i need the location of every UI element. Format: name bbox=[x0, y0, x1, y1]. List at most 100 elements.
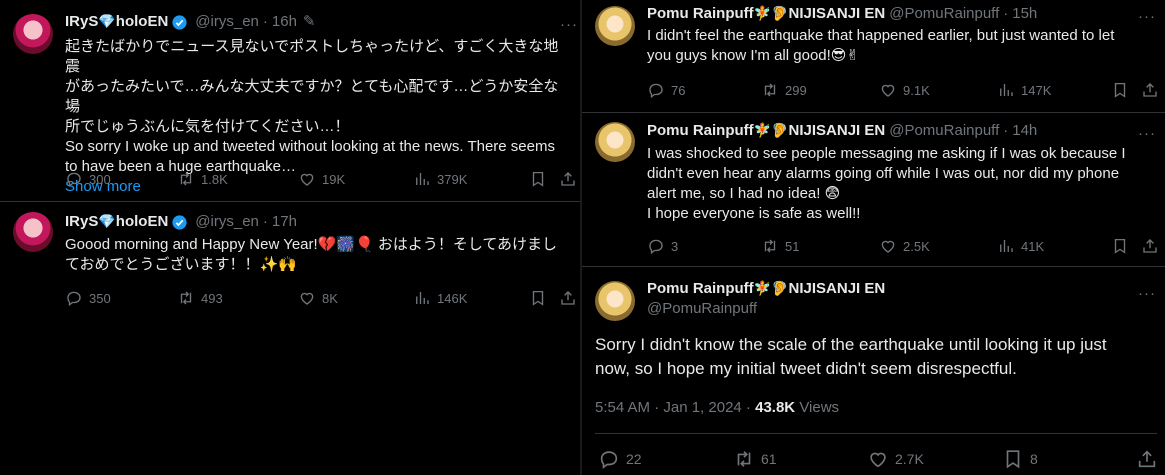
avatar-irys[interactable] bbox=[13, 14, 53, 54]
repost-icon bbox=[733, 448, 755, 470]
repost-count: 61 bbox=[761, 451, 777, 467]
like-button[interactable]: 8K bbox=[298, 289, 338, 307]
reply-button[interactable]: 22 bbox=[598, 448, 642, 470]
repost-button[interactable]: 51 bbox=[761, 237, 799, 255]
display-name-suffix[interactable]: holoEN bbox=[116, 12, 169, 32]
views-label: Views bbox=[799, 399, 840, 416]
verified-badge-icon[interactable] bbox=[171, 14, 188, 31]
display-name[interactable]: Pomu Rainpuff bbox=[647, 4, 754, 24]
tweet-actions: 350 493 8K 146K bbox=[65, 288, 577, 308]
bookmark-button[interactable] bbox=[1111, 81, 1129, 99]
more-options-icon[interactable]: ··· bbox=[560, 17, 578, 32]
edited-icon[interactable]: ✎ bbox=[303, 12, 316, 32]
tweet-time[interactable]: 14h bbox=[1012, 121, 1037, 141]
tweet-text-line: Goood morning and Happy New Year!💔🎆🎈 おはよ… bbox=[65, 236, 557, 253]
like-count: 9.1K bbox=[903, 82, 930, 98]
more-options-icon[interactable]: ··· bbox=[1138, 126, 1156, 141]
tweet-header: Pomu Rainpuff 🧚🦻 NIJISANJI EN @PomuRainp… bbox=[647, 121, 1038, 141]
repost-button[interactable]: 61 bbox=[733, 448, 777, 470]
like-button[interactable]: 19K bbox=[298, 170, 345, 188]
tweet-text: Goood morning and Happy New Year!💔🎆🎈 おはよ… bbox=[65, 235, 570, 275]
share-icon bbox=[559, 170, 577, 188]
tweet-time[interactable]: 17h bbox=[272, 212, 297, 232]
reply-button[interactable]: 350 bbox=[65, 289, 111, 307]
repost-button[interactable]: 1.8K bbox=[177, 170, 228, 188]
name-emoji: 🧚🦻 bbox=[753, 123, 789, 139]
display-name-suffix[interactable]: holoEN bbox=[116, 212, 169, 232]
bookmark-button[interactable] bbox=[529, 170, 547, 188]
more-options-icon[interactable]: ··· bbox=[1138, 286, 1156, 301]
tweet-text-line: now, so I hope my initial tweet didn't s… bbox=[595, 359, 1017, 378]
view-count: 146K bbox=[437, 290, 468, 306]
verified-badge-icon[interactable] bbox=[171, 214, 188, 231]
repost-icon bbox=[177, 170, 195, 188]
repost-count: 299 bbox=[785, 82, 807, 98]
repost-button[interactable]: 299 bbox=[761, 81, 807, 99]
display-name[interactable]: IRyS bbox=[65, 212, 98, 232]
share-button[interactable] bbox=[559, 289, 577, 307]
tweet-header: Pomu Rainpuff 🧚🦻 NIJISANJI EN @PomuRainp… bbox=[647, 4, 1038, 24]
avatar-pomu[interactable] bbox=[595, 281, 635, 321]
reply-button[interactable]: 3 bbox=[647, 237, 678, 255]
bookmark-button[interactable] bbox=[1111, 237, 1129, 255]
share-button[interactable] bbox=[1141, 81, 1159, 99]
tweet-timestamp[interactable]: 5:54 AM · Jan 1, 2024 · bbox=[595, 399, 751, 416]
reply-icon bbox=[65, 170, 83, 188]
display-name[interactable]: Pomu Rainpuff bbox=[647, 279, 754, 299]
display-name[interactable]: IRyS bbox=[65, 12, 98, 32]
tweet-pomu-1[interactable]: Pomu Rainpuff 🧚🦻 NIJISANJI EN @PomuRainp… bbox=[582, 0, 1165, 112]
display-name-suffix[interactable]: NIJISANJI EN bbox=[789, 121, 886, 141]
main-tweet-pomu[interactable]: Pomu Rainpuff 🧚🦻 NIJISANJI EN @PomuRainp… bbox=[582, 267, 1165, 475]
views-icon bbox=[413, 170, 431, 188]
views-icon bbox=[997, 81, 1015, 99]
bookmark-button[interactable] bbox=[529, 289, 547, 307]
display-name[interactable]: Pomu Rainpuff bbox=[647, 121, 754, 141]
reply-button[interactable]: 76 bbox=[647, 81, 685, 99]
avatar-irys[interactable] bbox=[13, 212, 53, 252]
user-handle[interactable]: @irys_en bbox=[195, 212, 259, 232]
bookmark-icon bbox=[1111, 81, 1129, 99]
more-options-icon[interactable]: ··· bbox=[1138, 9, 1156, 24]
share-icon bbox=[1136, 448, 1158, 470]
reply-button[interactable]: 300 bbox=[65, 170, 111, 188]
reply-count: 350 bbox=[89, 290, 111, 306]
views-button[interactable]: 379K bbox=[413, 170, 467, 188]
user-handle[interactable]: @irys_en bbox=[195, 12, 259, 32]
tweet-header: IRyS 💎 holoEN @irys_en · 16h ✎ bbox=[65, 12, 316, 32]
repost-count: 493 bbox=[201, 290, 223, 306]
tweet-irys-2[interactable]: IRyS 💎 holoEN @irys_en · 17h Goood morni… bbox=[0, 202, 580, 322]
share-button[interactable] bbox=[1136, 448, 1158, 470]
view-count: 379K bbox=[437, 171, 468, 187]
tweet-time[interactable]: 15h bbox=[1012, 4, 1037, 24]
like-count: 2.5K bbox=[903, 238, 930, 254]
share-icon bbox=[1141, 81, 1159, 99]
share-button[interactable] bbox=[1141, 237, 1159, 255]
display-name-suffix[interactable]: NIJISANJI EN bbox=[789, 4, 886, 24]
avatar-pomu[interactable] bbox=[595, 122, 635, 162]
user-handle[interactable]: @PomuRainpuff bbox=[647, 300, 757, 317]
like-button[interactable]: 2.7K bbox=[867, 448, 924, 470]
bookmark-button[interactable]: 8 bbox=[1002, 448, 1038, 470]
meta-divider bbox=[595, 433, 1157, 434]
user-handle[interactable]: @PomuRainpuff bbox=[889, 4, 999, 24]
reply-count: 22 bbox=[626, 451, 642, 467]
share-button[interactable] bbox=[559, 170, 577, 188]
repost-button[interactable]: 493 bbox=[177, 289, 223, 307]
like-button[interactable]: 2.5K bbox=[879, 237, 930, 255]
tweet-time[interactable]: 16h bbox=[272, 12, 297, 32]
user-handle[interactable]: @PomuRainpuff bbox=[889, 121, 999, 141]
views-button[interactable]: 146K bbox=[413, 289, 467, 307]
tweet-text-line: didn't even hear any alarms going off wh… bbox=[647, 165, 1120, 182]
bookmark-icon bbox=[1002, 448, 1024, 470]
like-button[interactable]: 9.1K bbox=[879, 81, 930, 99]
reply-count: 76 bbox=[671, 82, 686, 98]
display-name-suffix[interactable]: NIJISANJI EN bbox=[789, 279, 886, 299]
tweet-pomu-2[interactable]: Pomu Rainpuff 🧚🦻 NIJISANJI EN @PomuRainp… bbox=[582, 113, 1165, 265]
views-button[interactable]: 41K bbox=[997, 237, 1044, 255]
view-count: 147K bbox=[1021, 82, 1052, 98]
tweet-text-line: 起きたばかりでニュース見ないでポストしちゃったけど、すごく大きな地震 bbox=[65, 38, 559, 75]
tweet-irys-1[interactable]: IRyS 💎 holoEN @irys_en · 16h ✎ ··· 起きたばか… bbox=[0, 0, 580, 200]
views-button[interactable]: 147K bbox=[997, 81, 1051, 99]
avatar-pomu[interactable] bbox=[595, 6, 635, 46]
tweet-text-line: I was shocked to see people messaging me… bbox=[647, 145, 1126, 162]
